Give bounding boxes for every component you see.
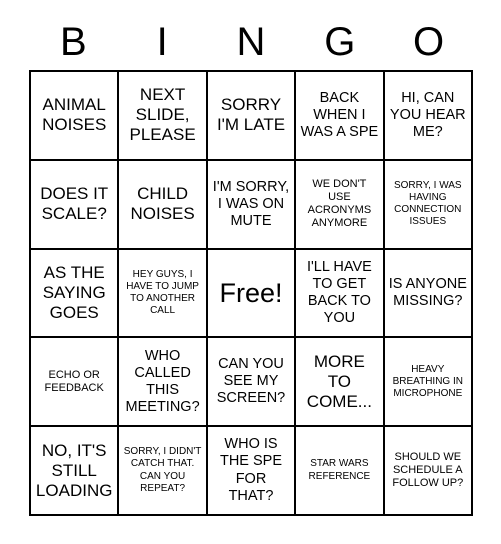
bingo-square[interactable]: AS THE SAYING GOES	[31, 249, 120, 339]
bingo-square-label: NO, IT'S STILL LOADING	[35, 440, 113, 500]
bingo-square-label: HEAVY BREATHING IN MICROPHONE	[392, 363, 463, 399]
bingo-square-label: SORRY, I DIDN'T CATCH THAT. CAN YOU REPE…	[123, 446, 202, 494]
bingo-square[interactable]: WHO CALLED THIS MEETING?	[119, 338, 208, 428]
bingo-square[interactable]: I'M SORRY, I WAS ON MUTE	[207, 160, 297, 250]
bingo-square-label: DOES IT SCALE?	[40, 184, 109, 224]
bingo-square-label: ECHO OR FEEDBACK	[44, 368, 104, 394]
bingo-header-letter-g: G	[324, 20, 356, 64]
bingo-square[interactable]: STAR WARS REFERENCE	[296, 427, 385, 516]
bingo-square[interactable]: SORRY, I WAS HAVING CONNECTION ISSUES	[384, 160, 473, 250]
bingo-square[interactable]: NO, IT'S STILL LOADING	[31, 427, 120, 516]
bingo-square[interactable]: SORRY I'M LATE	[207, 72, 297, 161]
bingo-square-label: SORRY, I WAS HAVING CONNECTION ISSUES	[393, 179, 462, 228]
bingo-square[interactable]: HEY GUYS, I HAVE TO JUMP TO ANOTHER CALL	[119, 249, 208, 339]
bingo-square[interactable]: ANIMAL NOISES	[31, 72, 120, 161]
bingo-square-label: WHO IS THE SPE FOR THAT?	[219, 436, 283, 504]
bingo-square-label: SHOULD WE SCHEDULE A FOLLOW UP?	[392, 450, 464, 490]
bingo-square-label: CHILD NOISES	[130, 184, 195, 224]
bingo-square-label: HI, CAN YOU HEAR ME?	[389, 89, 466, 140]
bingo-square[interactable]: IS ANYONE MISSING?	[384, 249, 473, 339]
bingo-square-label: SORRY I'M LATE	[216, 95, 286, 135]
bingo-grid: ANIMAL NOISES NEXT SLIDE, PLEASE SORRY I'M…	[29, 70, 473, 516]
bingo-square[interactable]: DOES IT SCALE?	[31, 160, 120, 250]
bingo-square-label: ANIMAL NOISES	[42, 95, 107, 135]
bingo-square-label: WE DON'T USE ACRONYMS ANYMORE	[307, 177, 372, 230]
bingo-square[interactable]: ECHO OR FEEDBACK	[31, 338, 120, 428]
bingo-header-letter-o: O	[413, 20, 445, 64]
bingo-square-label: BACK WHEN I WAS A SPE	[300, 89, 379, 140]
bingo-card: B I N G O ANIMAL NOISES NEXT SLIDE, PLEAS…	[0, 0, 501, 544]
bingo-square-label: IS ANYONE MISSING?	[388, 275, 467, 309]
bingo-square[interactable]: SHOULD WE SCHEDULE A FOLLOW UP?	[384, 427, 473, 516]
bingo-square[interactable]: BACK WHEN I WAS A SPE	[296, 72, 385, 161]
bingo-free-space[interactable]: Free!	[207, 249, 297, 339]
bingo-square-label: HEY GUYS, I HAVE TO JUMP TO ANOTHER CALL	[126, 268, 199, 317]
bingo-square-label: Free!	[219, 277, 283, 308]
bingo-square[interactable]: WE DON'T USE ACRONYMS ANYMORE	[296, 160, 385, 250]
bingo-square[interactable]: CHILD NOISES	[119, 160, 208, 250]
bingo-square-label: MORE TO COME...	[306, 351, 372, 411]
bingo-square-label: I'M SORRY, I WAS ON MUTE	[212, 178, 290, 229]
bingo-header-letter-i: I	[156, 20, 168, 64]
bingo-square-label: WHO CALLED THIS MEETING?	[125, 347, 200, 415]
bingo-header-letter-n: N	[236, 20, 266, 64]
bingo-header-letter-b: B	[60, 20, 87, 64]
bingo-square[interactable]: CAN YOU SEE MY SCREEN?	[207, 338, 297, 428]
bingo-square-label: I'LL HAVE TO GET BACK TO YOU	[306, 258, 372, 327]
bingo-square[interactable]: WHO IS THE SPE FOR THAT?	[207, 427, 297, 516]
bingo-square[interactable]: MORE TO COME...	[296, 338, 385, 428]
bingo-square[interactable]: SORRY, I DIDN'T CATCH THAT. CAN YOU REPE…	[119, 427, 208, 516]
bingo-square-label: CAN YOU SEE MY SCREEN?	[216, 356, 286, 407]
bingo-square[interactable]: HI, CAN YOU HEAR ME?	[384, 72, 473, 161]
bingo-square-label: NEXT SLIDE, PLEASE	[129, 85, 196, 145]
bingo-square[interactable]: NEXT SLIDE, PLEASE	[119, 72, 208, 161]
bingo-square-label: AS THE SAYING GOES	[42, 262, 106, 323]
bingo-header-row: B I N G O	[29, 14, 473, 70]
bingo-square[interactable]: I'LL HAVE TO GET BACK TO YOU	[296, 249, 385, 339]
bingo-square[interactable]: HEAVY BREATHING IN MICROPHONE	[384, 338, 473, 428]
bingo-square-label: STAR WARS REFERENCE	[308, 458, 371, 482]
